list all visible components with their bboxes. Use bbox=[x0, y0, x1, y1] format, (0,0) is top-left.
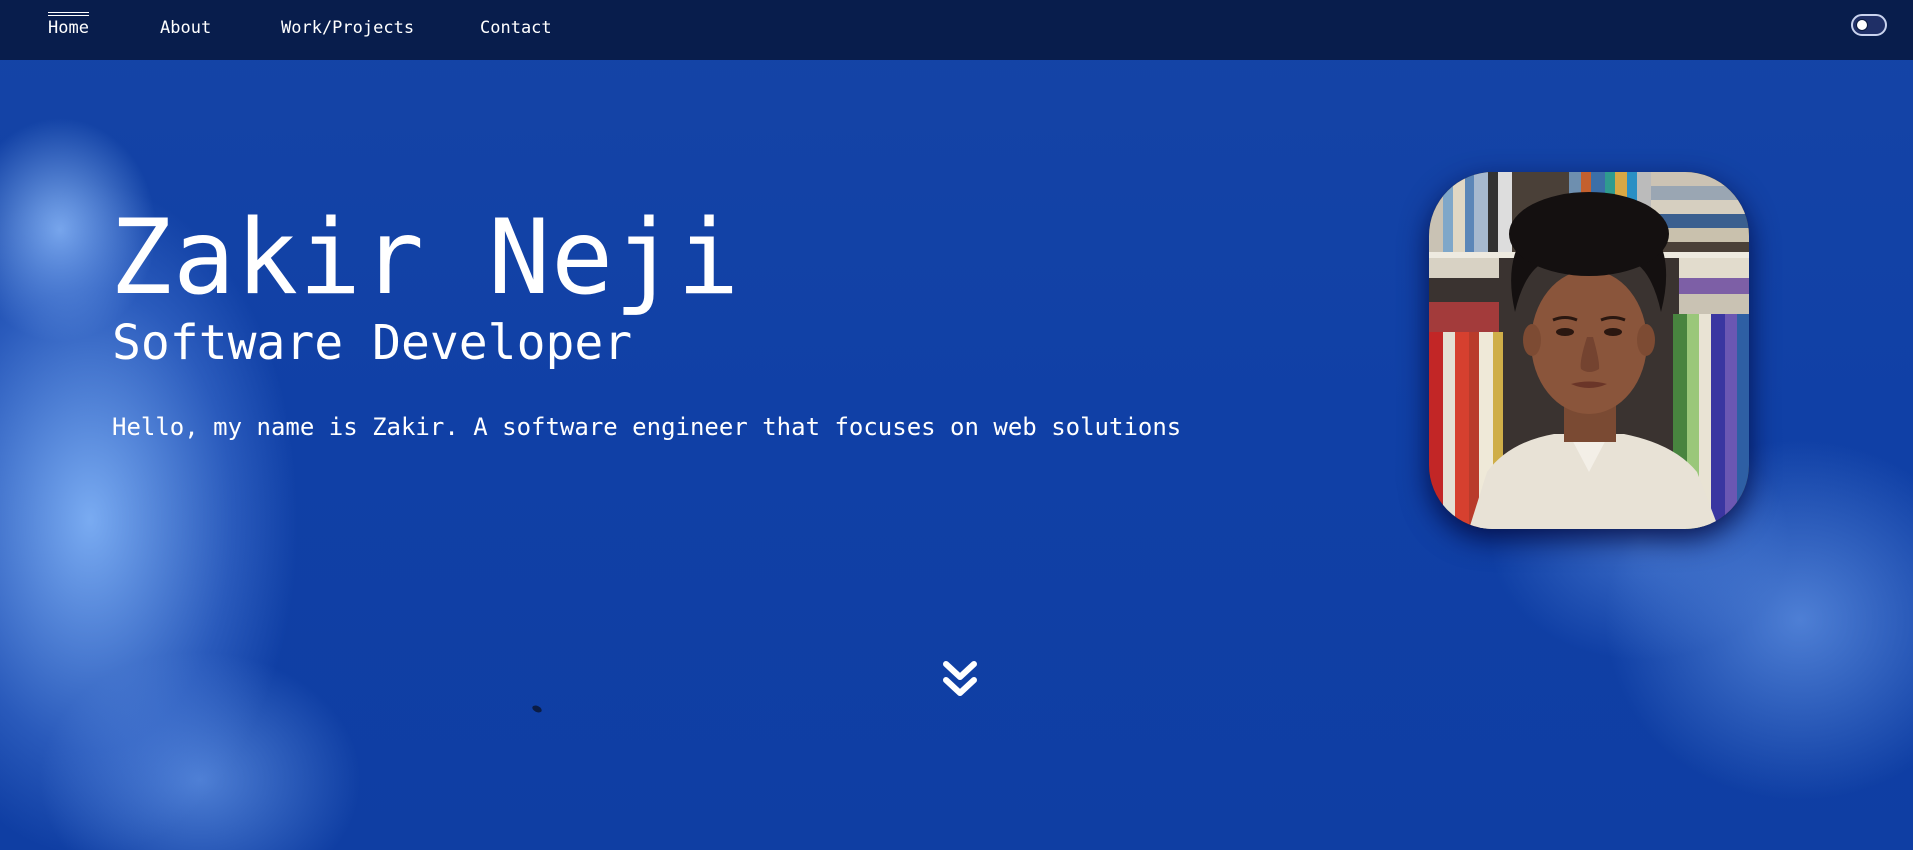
nav-home-link[interactable]: Home bbox=[48, 12, 89, 39]
profile-photo bbox=[1429, 172, 1749, 529]
nav-work-projects-link[interactable]: Work/Projects bbox=[281, 17, 414, 39]
profile-photo-illustration bbox=[1429, 172, 1749, 529]
theme-toggle-switch[interactable] bbox=[1851, 14, 1887, 36]
scroll-down-button[interactable] bbox=[942, 660, 978, 700]
nav-contact-link[interactable]: Contact bbox=[480, 17, 552, 39]
hero-title: Software Developer bbox=[112, 315, 633, 371]
toggle-knob bbox=[1856, 19, 1868, 31]
hero-intro: Hello, my name is Zakir. A software engi… bbox=[112, 413, 1182, 441]
double-chevron-down-icon bbox=[943, 661, 977, 696]
hero-name: Zakir Neji bbox=[110, 198, 741, 318]
nav-about-link[interactable]: About bbox=[160, 17, 211, 39]
navbar: Home About Work/Projects Contact bbox=[0, 0, 1913, 60]
